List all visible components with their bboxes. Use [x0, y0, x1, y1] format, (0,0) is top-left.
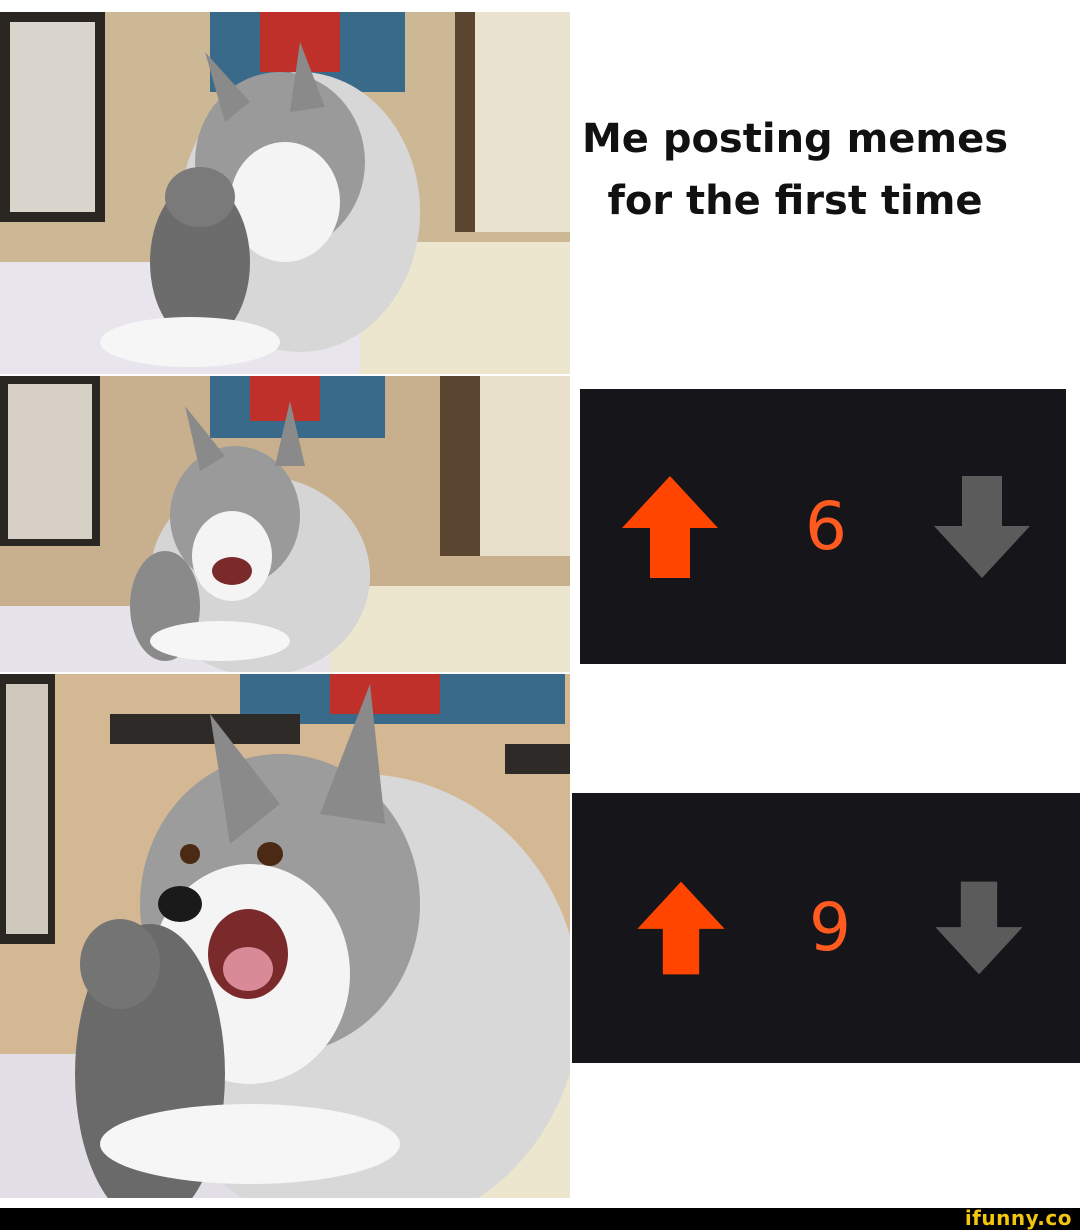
arrow-up-icon[interactable] — [620, 472, 720, 582]
watermark-bar: ifunny.co — [0, 1206, 1080, 1230]
vote-panel-2: 9 — [572, 793, 1080, 1063]
ifunny-watermark: ifunny.co — [964, 1206, 1072, 1230]
vote-count: 9 — [809, 889, 851, 966]
arrow-down-icon[interactable] — [932, 878, 1026, 978]
caption-line-1: Me posting memes — [581, 116, 1009, 162]
arrow-up-icon[interactable] — [634, 878, 728, 978]
meme-caption: Me posting memes for the first time — [575, 108, 1015, 232]
caption-line-2: for the first time — [607, 178, 983, 224]
husky-photo-2 — [0, 376, 570, 672]
husky-photo-3 — [0, 674, 570, 1198]
vote-count: 6 — [805, 487, 847, 565]
husky-photo-1 — [0, 12, 570, 374]
arrow-down-icon[interactable] — [932, 472, 1032, 582]
vote-panel-1: 6 — [580, 389, 1066, 664]
